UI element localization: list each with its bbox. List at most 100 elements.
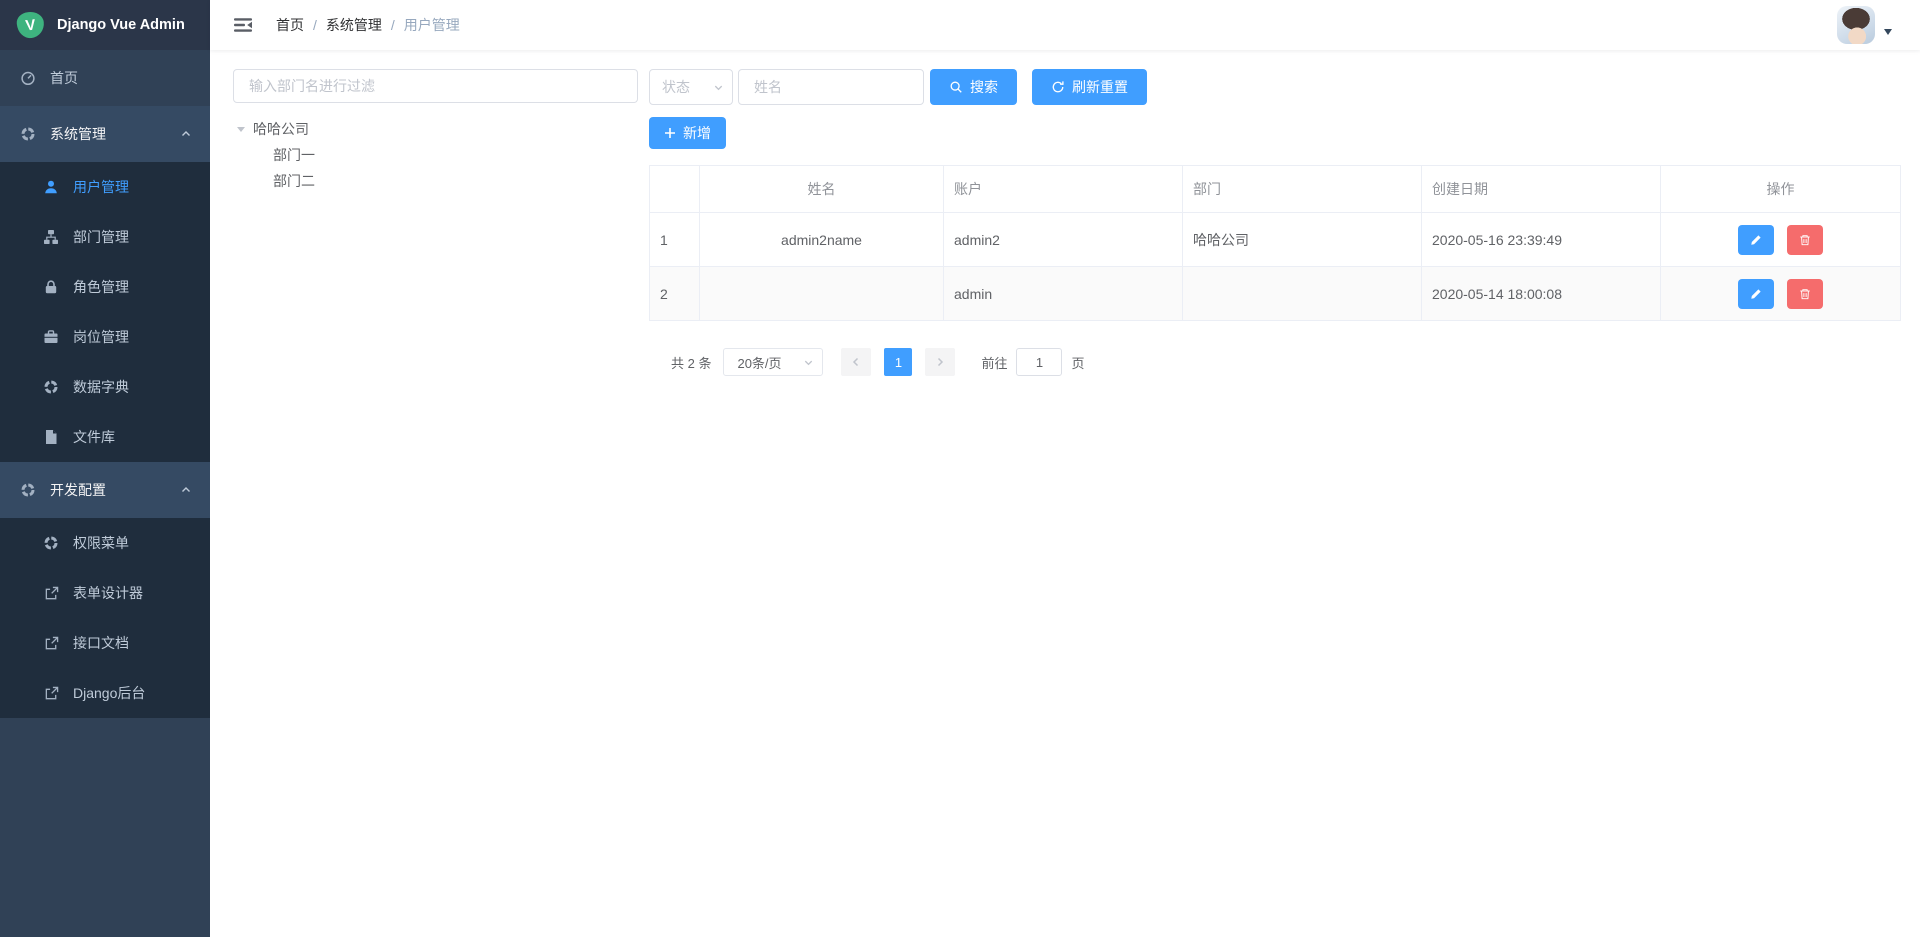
app-window: V Django Vue Admin 首页 系统管理 — [0, 0, 1920, 937]
breadcrumb-separator: / — [391, 17, 395, 33]
chevron-down-icon — [803, 357, 814, 368]
sidebar-section-label: 开发配置 — [50, 480, 106, 500]
goto-label: 前往 — [981, 353, 1007, 372]
wheel-icon — [43, 535, 59, 551]
prev-page-button[interactable] — [841, 348, 871, 376]
table-header-row: 姓名 账户 部门 创建日期 操作 — [650, 166, 1901, 213]
cell-actions — [1661, 213, 1901, 267]
name-search-input[interactable] — [738, 69, 924, 105]
app-title: Django Vue Admin — [57, 17, 185, 33]
breadcrumb-home[interactable]: 首页 — [276, 15, 304, 35]
page-number-button[interactable]: 1 — [884, 348, 912, 376]
sidebar-item-departments[interactable]: 部门管理 — [0, 212, 210, 262]
sidebar-item-roles[interactable]: 角色管理 — [0, 262, 210, 312]
delete-button[interactable] — [1787, 279, 1823, 309]
breadcrumb-system[interactable]: 系统管理 — [326, 15, 382, 35]
col-header-account: 账户 — [944, 166, 1183, 213]
search-button[interactable]: 搜索 — [930, 69, 1017, 105]
tree-node-dept1[interactable]: 部门一 — [233, 142, 638, 168]
tree-node-company[interactable]: 哈哈公司 — [233, 116, 638, 142]
tree-node-dept2[interactable]: 部门二 — [233, 168, 638, 194]
breadcrumb-separator: / — [313, 17, 317, 33]
sidebar-section-system[interactable]: 系统管理 — [0, 106, 210, 162]
sidebar-item-label: 接口文档 — [73, 633, 129, 653]
goto-page-input[interactable] — [1016, 348, 1062, 376]
sidebar-item-label: Django后台 — [73, 683, 145, 703]
search-icon — [949, 80, 963, 94]
document-icon — [43, 429, 59, 445]
goto-page: 前往 页 — [981, 348, 1084, 376]
edit-button[interactable] — [1738, 279, 1774, 309]
sidebar-section-dev[interactable]: 开发配置 — [0, 462, 210, 518]
chevron-left-icon — [850, 356, 862, 368]
tree-node-label: 部门一 — [273, 145, 315, 165]
cell-created: 2020-05-16 23:39:49 — [1422, 213, 1661, 267]
trash-icon — [1799, 234, 1811, 246]
cell-index: 1 — [650, 213, 700, 267]
submenu-system: 用户管理 部门管理 角色管理 — [0, 162, 210, 462]
submenu-dev: 权限菜单 表单设计器 接口文档 — [0, 518, 210, 718]
sidebar-item-label: 用户管理 — [73, 177, 129, 197]
users-table: 姓名 账户 部门 创建日期 操作 1 admin2name admin2 哈哈公 — [649, 165, 1901, 321]
table-row: 2 admin 2020-05-14 18:00:08 — [650, 267, 1901, 321]
tree-node-label: 部门二 — [273, 171, 315, 191]
external-link-icon — [43, 585, 59, 601]
goto-unit-label: 页 — [1071, 353, 1084, 372]
sidebar-item-dictionary[interactable]: 数据字典 — [0, 362, 210, 412]
sidebar-item-label: 岗位管理 — [73, 327, 129, 347]
main-area: 首页 / 系统管理 / 用户管理 哈哈公司 — [210, 0, 1920, 937]
breadcrumb: 首页 / 系统管理 / 用户管理 — [276, 15, 460, 35]
chevron-right-icon — [934, 356, 946, 368]
page-content: 哈哈公司 部门一 部门二 状态 — [210, 50, 1920, 376]
cell-account: admin2 — [944, 213, 1183, 267]
sidebar-item-permission-menu[interactable]: 权限菜单 — [0, 518, 210, 568]
tree-expand-icon[interactable] — [237, 127, 245, 132]
status-select[interactable]: 状态 — [649, 69, 733, 105]
sidebar-item-label: 角色管理 — [73, 277, 129, 297]
lock-icon — [43, 279, 59, 295]
cell-actions — [1661, 267, 1901, 321]
briefcase-icon — [43, 329, 59, 345]
chevron-up-icon — [180, 484, 192, 496]
wheel-icon — [20, 482, 36, 498]
chevron-down-icon — [713, 82, 724, 93]
cell-index: 2 — [650, 267, 700, 321]
sidebar-item-api-docs[interactable]: 接口文档 — [0, 618, 210, 668]
col-header-dept: 部门 — [1183, 166, 1422, 213]
sidebar-item-form-designer[interactable]: 表单设计器 — [0, 568, 210, 618]
sidebar-item-label: 部门管理 — [73, 227, 129, 247]
sidebar-item-label: 权限菜单 — [73, 533, 129, 553]
delete-button[interactable] — [1787, 225, 1823, 255]
col-header-index — [650, 166, 700, 213]
navbar: 首页 / 系统管理 / 用户管理 — [210, 0, 1920, 50]
plus-icon — [664, 127, 676, 139]
department-filter-input[interactable] — [233, 69, 638, 103]
caret-down-icon[interactable] — [1884, 29, 1892, 35]
next-page-button[interactable] — [925, 348, 955, 376]
col-header-actions: 操作 — [1661, 166, 1901, 213]
edit-pen-icon — [1750, 288, 1762, 300]
sidebar-item-label: 首页 — [50, 68, 78, 88]
app-logo[interactable]: V Django Vue Admin — [0, 0, 210, 50]
sidebar-item-home[interactable]: 首页 — [0, 50, 210, 106]
sidebar-item-posts[interactable]: 岗位管理 — [0, 312, 210, 362]
edit-button[interactable] — [1738, 225, 1774, 255]
trash-icon — [1799, 288, 1811, 300]
vue-logo-icon: V — [16, 11, 46, 40]
external-link-icon — [43, 635, 59, 651]
sidebar-toggle-button[interactable] — [224, 9, 262, 41]
col-header-created: 创建日期 — [1422, 166, 1661, 213]
org-tree-icon — [43, 229, 59, 245]
refresh-reset-button[interactable]: 刷新重置 — [1032, 69, 1147, 105]
pagination: 共 2 条 20条/页 1 前往 — [671, 348, 1900, 376]
page-size-select[interactable]: 20条/页 — [723, 348, 823, 376]
sidebar-item-users[interactable]: 用户管理 — [0, 162, 210, 212]
cell-name: admin2name — [700, 213, 944, 267]
col-header-name: 姓名 — [700, 166, 944, 213]
pagination-total: 共 2 条 — [671, 353, 711, 372]
sidebar-item-django-admin[interactable]: Django后台 — [0, 668, 210, 718]
add-user-button[interactable]: 新增 — [649, 117, 726, 149]
wheel-icon — [20, 126, 36, 142]
sidebar-item-files[interactable]: 文件库 — [0, 412, 210, 462]
avatar[interactable] — [1837, 6, 1875, 44]
